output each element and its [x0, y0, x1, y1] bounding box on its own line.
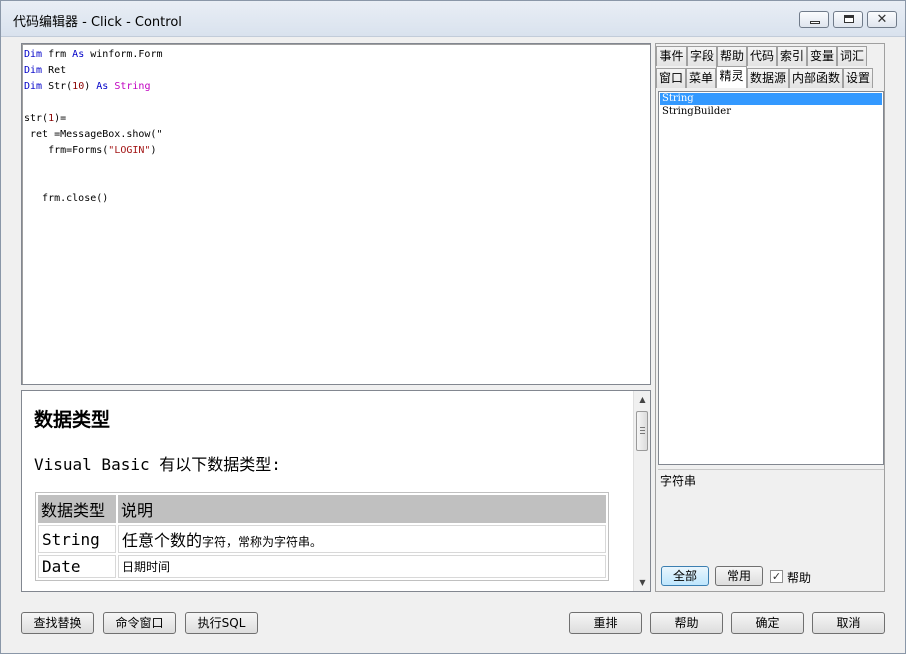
rearrange-button[interactable]: 重排	[569, 612, 642, 634]
help-checkbox[interactable]: ✓	[770, 570, 783, 583]
code-token: str(	[24, 113, 49, 124]
grip-line	[640, 430, 645, 431]
code-token: 10	[72, 81, 85, 92]
ok-button[interactable]: 确定	[731, 612, 804, 634]
table-cell-type: Date	[38, 555, 116, 578]
code-token: frm	[42, 49, 73, 60]
list-item[interactable]: String	[660, 93, 882, 105]
table-header-row: 数据类型 说明	[38, 495, 606, 523]
tab-vocabulary[interactable]: 词汇	[837, 46, 867, 66]
minimize-button[interactable]	[799, 11, 829, 28]
code-line[interactable]: Dim Str(10) As String	[24, 79, 163, 95]
description-text: 字符串	[660, 474, 697, 488]
code-token: Dim	[24, 49, 43, 60]
code-token: String	[114, 81, 151, 92]
table-row: Date 日期时间	[38, 555, 606, 578]
tab-settings[interactable]: 设置	[843, 68, 873, 88]
table-cell-type: String	[38, 525, 116, 553]
tab-code[interactable]: 代码	[747, 46, 777, 66]
tab-wizard[interactable]: 精灵	[716, 66, 747, 88]
code-text[interactable]: Dim frm As winform.Form Dim Ret Dim Str(10…	[24, 47, 163, 207]
tab-window[interactable]: 窗口	[656, 68, 686, 88]
assistant-panel: 事件 字段 帮助 代码 索引 变量 词汇 窗口 菜单 精灵 数据源 内部函数 设…	[655, 43, 885, 592]
command-window-button[interactable]: 命令窗口	[103, 612, 176, 634]
code-line[interactable]: Dim Ret	[24, 63, 163, 79]
tab-events[interactable]: 事件	[656, 46, 687, 66]
data-type-table: 数据类型 说明 String 任意个数的字符，常称为字符串。 Date 日期时间	[35, 492, 609, 581]
code-line[interactable]	[24, 95, 163, 111]
code-token: )	[150, 145, 157, 156]
code-line[interactable]: frm.close()	[24, 191, 163, 207]
code-token: Dim	[24, 65, 43, 76]
grip-line	[640, 433, 645, 434]
table-row: String 任意个数的字符，常称为字符串。	[38, 525, 606, 553]
code-token: Str(	[42, 81, 73, 92]
code-token: )	[84, 81, 97, 92]
code-token: As	[96, 81, 109, 92]
help-button[interactable]: 帮助	[650, 612, 723, 634]
code-token: )=	[54, 113, 67, 124]
desc-small: 字符，常称为字符串。	[202, 535, 323, 549]
maximize-icon	[844, 15, 854, 23]
maximize-button[interactable]	[833, 11, 863, 28]
tab-builtin-functions[interactable]: 内部函数	[789, 68, 843, 88]
code-token: frm=Forms(	[24, 145, 109, 156]
code-token: Ret	[42, 65, 67, 76]
scroll-down-icon[interactable]: ▼	[634, 574, 650, 591]
window-title: 代码编辑器 - Click - Control	[13, 15, 182, 30]
code-editor-window: 代码编辑器 - Click - Control ✕ Dim frm As win…	[0, 0, 906, 654]
table-header: 说明	[118, 495, 606, 523]
minimize-icon	[810, 21, 820, 24]
find-replace-button[interactable]: 查找替换	[21, 612, 94, 634]
code-line[interactable]: frm=Forms("LOGIN")	[24, 143, 163, 159]
code-token: frm.close()	[24, 193, 109, 204]
help-intro: Visual Basic 有以下数据类型:	[34, 455, 281, 474]
title-bar[interactable]: 代码编辑器 - Click - Control ✕	[1, 1, 905, 37]
code-token: winform.Form	[84, 49, 163, 60]
grip-line	[640, 427, 645, 428]
code-token: ret =MessageBox.show("	[24, 129, 163, 140]
table-cell-desc: 任意个数的字符，常称为字符串。	[118, 525, 606, 553]
code-token: As	[72, 49, 85, 60]
close-icon: ✕	[876, 12, 888, 27]
all-button[interactable]: 全部	[661, 566, 709, 586]
list-item[interactable]: StringBuilder	[660, 106, 882, 118]
scroll-up-icon[interactable]: ▲	[634, 391, 650, 408]
code-line[interactable]: str(1)=	[24, 111, 163, 127]
help-scrollbar[interactable]: ▲ ▼	[633, 391, 650, 591]
tab-datasource[interactable]: 数据源	[747, 68, 789, 88]
tab-help[interactable]: 帮助	[717, 46, 747, 66]
code-line[interactable]: ret =MessageBox.show("	[24, 127, 163, 143]
table-header: 数据类型	[38, 495, 116, 523]
table-cell-desc: 日期时间	[118, 555, 606, 578]
help-pane[interactable]: 数据类型 Visual Basic 有以下数据类型: 数据类型 说明 Strin…	[21, 390, 651, 592]
item-description: 字符串	[658, 469, 884, 563]
desc-main: 任意个数的	[122, 531, 203, 550]
help-title: 数据类型	[34, 409, 111, 431]
code-line[interactable]: Dim frm As winform.Form	[24, 47, 163, 63]
scroll-thumb[interactable]	[636, 411, 648, 451]
code-editor[interactable]: Dim frm As winform.Form Dim Ret Dim Str(10…	[21, 43, 651, 385]
tab-fields[interactable]: 字段	[687, 46, 717, 66]
help-checkbox-label[interactable]: 帮助	[787, 569, 811, 586]
wizard-list[interactable]: String StringBuilder	[658, 91, 884, 465]
code-token: "LOGIN"	[108, 145, 151, 156]
exec-sql-button[interactable]: 执行SQL	[185, 612, 258, 634]
code-line[interactable]	[24, 159, 163, 175]
close-button[interactable]: ✕	[867, 11, 897, 28]
tab-index[interactable]: 索引	[777, 46, 807, 66]
code-line[interactable]	[24, 175, 163, 191]
common-button[interactable]: 常用	[715, 566, 763, 586]
cancel-button[interactable]: 取消	[812, 612, 885, 634]
tab-variables[interactable]: 变量	[807, 46, 837, 66]
code-token: Dim	[24, 81, 43, 92]
tab-menu[interactable]: 菜单	[686, 68, 716, 88]
